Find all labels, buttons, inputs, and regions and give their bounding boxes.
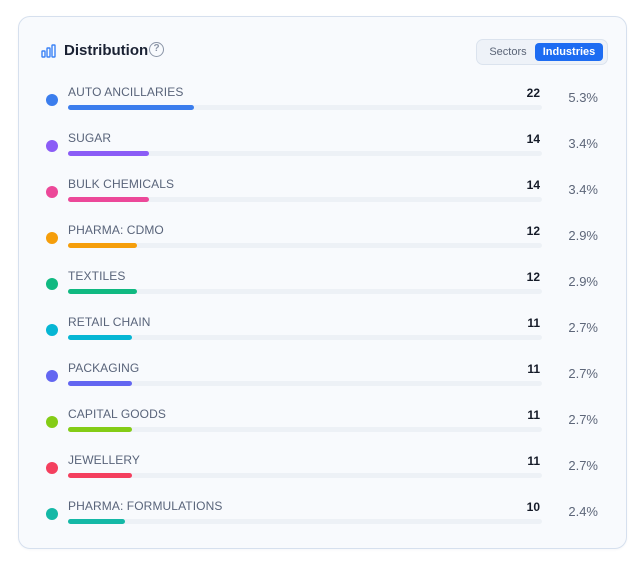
list-item[interactable]: JEWELLERY 11 2.7%: [19, 453, 626, 499]
item-label: PHARMA: CDMO: [68, 223, 164, 237]
list-item[interactable]: PACKAGING 11 2.7%: [19, 361, 626, 407]
card-title: Distribution: [64, 42, 149, 59]
progress-fill: [68, 243, 137, 248]
sectors-toggle-button[interactable]: Sectors: [481, 43, 535, 61]
color-dot-icon: [46, 186, 58, 198]
progress-fill: [68, 519, 125, 524]
item-label: SUGAR: [68, 131, 112, 145]
progress-fill: [68, 197, 149, 202]
progress-track: [68, 381, 542, 386]
item-percentage: 2.9%: [568, 228, 598, 243]
progress-track: [68, 243, 542, 248]
item-label: TEXTILES: [68, 269, 126, 283]
list-item[interactable]: RETAIL CHAIN 11 2.7%: [19, 315, 626, 361]
item-label: BULK CHEMICALS: [68, 177, 175, 191]
view-toggle: Sectors Industries: [476, 39, 608, 65]
bar-chart-icon: [41, 44, 56, 58]
progress-fill: [68, 427, 132, 432]
progress-fill: [68, 335, 132, 340]
list-item[interactable]: SUGAR 14 3.4%: [19, 131, 626, 177]
progress-fill: [68, 151, 149, 156]
progress-track: [68, 105, 542, 110]
progress-track: [68, 289, 542, 294]
list-item[interactable]: BULK CHEMICALS 14 3.4%: [19, 177, 626, 223]
distribution-card: Distribution ? Sectors Industries AUTO A…: [18, 16, 627, 549]
list-item[interactable]: PHARMA: CDMO 12 2.9%: [19, 223, 626, 269]
item-count: 11: [527, 362, 540, 376]
item-percentage: 2.9%: [568, 274, 598, 289]
color-dot-icon: [46, 278, 58, 290]
item-percentage: 2.7%: [568, 366, 598, 381]
progress-track: [68, 197, 542, 202]
card-header: Distribution ? Sectors Industries: [19, 17, 626, 87]
progress-fill: [68, 289, 137, 294]
list-item[interactable]: TEXTILES 12 2.9%: [19, 269, 626, 315]
item-count: 11: [527, 316, 540, 330]
color-dot-icon: [46, 232, 58, 244]
item-count: 10: [526, 500, 540, 514]
item-percentage: 2.4%: [568, 504, 598, 519]
color-dot-icon: [46, 462, 58, 474]
item-label: PACKAGING: [68, 361, 140, 375]
item-count: 12: [526, 270, 540, 284]
progress-track: [68, 473, 542, 478]
item-label: RETAIL CHAIN: [68, 315, 151, 329]
item-count: 14: [526, 132, 540, 146]
item-count: 11: [527, 454, 540, 468]
color-dot-icon: [46, 324, 58, 336]
item-label: CAPITAL GOODS: [68, 407, 166, 421]
progress-fill: [68, 381, 132, 386]
item-label: AUTO ANCILLARIES: [68, 85, 184, 99]
item-count: 22: [526, 86, 540, 100]
color-dot-icon: [46, 416, 58, 428]
progress-fill: [68, 473, 132, 478]
item-percentage: 2.7%: [568, 458, 598, 473]
item-percentage: 2.7%: [568, 412, 598, 427]
item-label: JEWELLERY: [68, 453, 141, 467]
industries-toggle-button[interactable]: Industries: [535, 43, 603, 61]
item-percentage: 5.3%: [568, 90, 598, 105]
item-count: 14: [526, 178, 540, 192]
item-percentage: 2.7%: [568, 320, 598, 335]
list-item[interactable]: AUTO ANCILLARIES 22 5.3%: [19, 85, 626, 131]
color-dot-icon: [46, 140, 58, 152]
progress-track: [68, 519, 542, 524]
item-label: PHARMA: FORMULATIONS: [68, 499, 223, 513]
progress-fill: [68, 105, 194, 110]
progress-track: [68, 151, 542, 156]
list-item[interactable]: PHARMA: FORMULATIONS 10 2.4%: [19, 499, 626, 545]
help-icon[interactable]: ?: [149, 42, 164, 57]
color-dot-icon: [46, 508, 58, 520]
item-percentage: 3.4%: [568, 182, 598, 197]
color-dot-icon: [46, 94, 58, 106]
list-item[interactable]: CAPITAL GOODS 11 2.7%: [19, 407, 626, 453]
item-count: 12: [526, 224, 540, 238]
color-dot-icon: [46, 370, 58, 382]
progress-track: [68, 427, 542, 432]
item-count: 11: [527, 408, 540, 422]
progress-track: [68, 335, 542, 340]
item-percentage: 3.4%: [568, 136, 598, 151]
